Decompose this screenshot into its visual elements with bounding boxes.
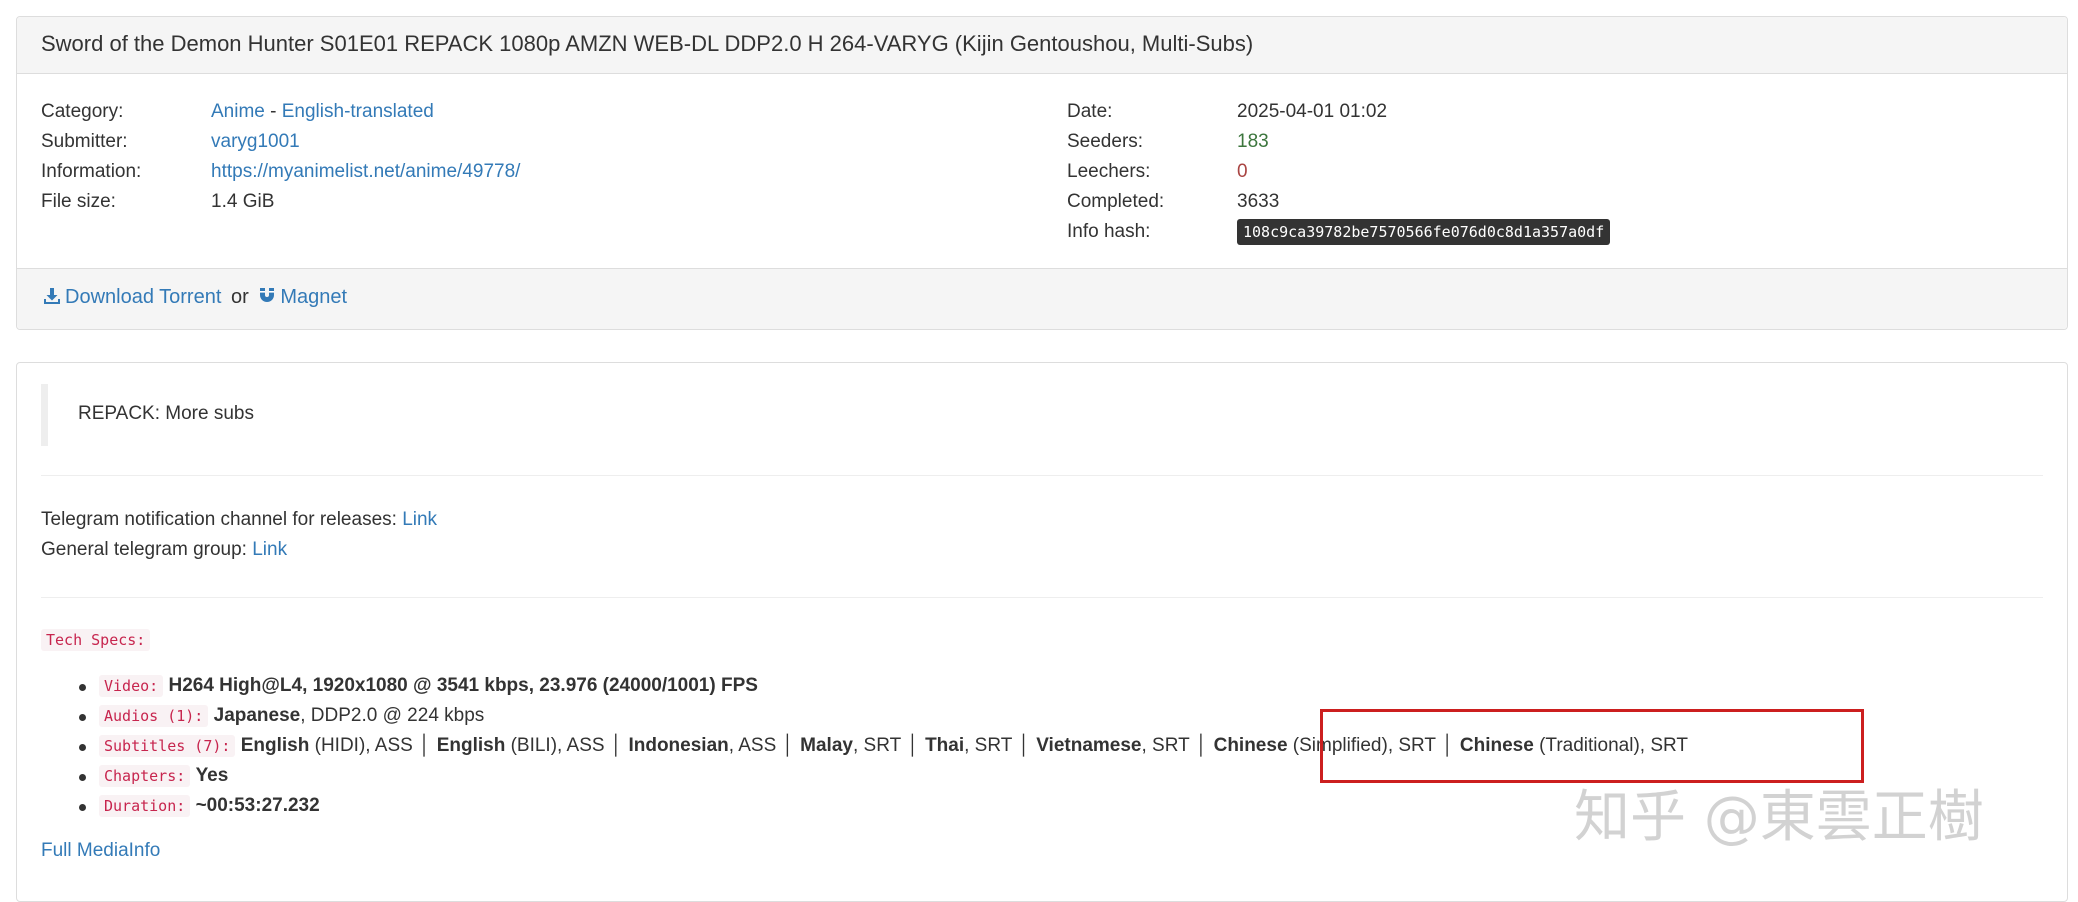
submitter-link[interactable]: varyg1001: [211, 131, 300, 152]
subtitle-lang: Thai: [925, 735, 965, 756]
telegram-channel-line: Telegram notification channel for releas…: [41, 509, 437, 531]
magnet-icon: [260, 288, 275, 302]
filesize-label: File size:: [41, 191, 116, 212]
subtitle-lang: Malay: [800, 735, 853, 756]
duration-spec: Duration: ~00:53:27.232: [79, 791, 1688, 821]
audio-language: Japanese: [213, 705, 301, 726]
infohash-value[interactable]: 108c9ca39782be7570566fe076d0c8d1a357a0df: [1237, 219, 1611, 245]
torrent-title: Sword of the Demon Hunter S01E01 REPACK …: [41, 31, 1254, 56]
chapters-value: Yes: [195, 765, 229, 786]
subtitle-separator: │: [418, 735, 431, 756]
magnet-link[interactable]: Magnet: [258, 286, 347, 308]
telegram-group-text: General telegram group:: [41, 539, 247, 560]
or-text: or: [230, 286, 249, 308]
subtitle-details: , SRT: [852, 735, 902, 756]
video-spec: Video: H264 High@L4, 1920x1080 @ 3541 kb…: [79, 671, 1688, 701]
category-row: Category:: [41, 101, 123, 123]
completed-label: Completed:: [1067, 191, 1165, 212]
divider: [41, 475, 2043, 476]
category-separator: -: [264, 101, 282, 122]
tech-specs-label: Tech Specs:: [41, 629, 151, 651]
subtitle-details: , ASS: [728, 735, 777, 756]
information-row: Information:: [41, 161, 141, 183]
filesize-row: File size:: [41, 191, 116, 213]
download-torrent-link[interactable]: Download Torrent: [43, 286, 221, 308]
subtitle-lang: Indonesian: [628, 735, 729, 756]
subtitle-separator: │: [907, 735, 920, 756]
subtitle-lang: Vietnamese: [1036, 735, 1142, 756]
leechers-value: 0: [1237, 161, 1248, 182]
category-main-link[interactable]: Anime: [211, 101, 265, 122]
subtitle-details: (BILI), ASS: [505, 735, 605, 756]
submitter-row: Submitter:: [41, 131, 128, 153]
download-icon: [44, 288, 60, 304]
subtitle-details: (HIDI), ASS: [309, 735, 413, 756]
chapters-label: Chapters:: [99, 765, 191, 787]
subtitle-separator: │: [1018, 735, 1031, 756]
repack-note-blockquote: REPACK: More subs: [41, 384, 2008, 446]
date-value: 2025-04-01 01:02: [1237, 101, 1388, 122]
information-link[interactable]: https://myanimelist.net/anime/49778/: [211, 161, 520, 182]
tech-specs-heading: Tech Specs:: [41, 629, 151, 651]
filesize-value: 1.4 GiB: [211, 191, 275, 212]
category-sub-link[interactable]: English-translated: [282, 101, 434, 122]
seeders-label: Seeders:: [1067, 131, 1144, 152]
audio-details: , DDP2.0 @ 224 kbps: [300, 705, 485, 726]
subtitle-lang: Chinese: [1213, 735, 1288, 756]
panel-heading: Sword of the Demon Hunter S01E01 REPACK …: [17, 17, 2067, 74]
magnet-label: Magnet: [280, 286, 348, 308]
subtitle-details: , SRT: [1141, 735, 1190, 756]
telegram-channel-text: Telegram notification channel for releas…: [41, 509, 397, 530]
download-links: Download Torrent or Magnet: [43, 286, 347, 309]
telegram-group-line: General telegram group: Link: [41, 539, 287, 561]
subtitles-label: Subtitles (7):: [99, 735, 236, 757]
torrent-info-panel: Sword of the Demon Hunter S01E01 REPACK …: [16, 16, 2068, 330]
infohash-label: Info hash:: [1067, 221, 1151, 242]
subtitle-separator: │: [782, 735, 795, 756]
completed-value: 3633: [1237, 191, 1280, 212]
full-mediainfo-link[interactable]: Full MediaInfo: [41, 840, 160, 861]
telegram-group-link[interactable]: Link: [252, 539, 287, 560]
repack-note: REPACK: More subs: [78, 403, 254, 424]
watermark: 知乎 @東雲正樹: [1574, 785, 1984, 850]
subtitle-separator: │: [610, 735, 623, 756]
submitter-label: Submitter:: [41, 131, 128, 152]
video-value: H264 High@L4, 1920x1080 @ 3541 kbps, 23.…: [168, 675, 758, 696]
divider: [41, 597, 2043, 598]
duration-value: ~00:53:27.232: [195, 795, 320, 816]
leechers-label: Leechers:: [1067, 161, 1151, 182]
subtitle-lang: English: [436, 735, 506, 756]
download-torrent-label: Download Torrent: [65, 286, 222, 308]
category-label: Category:: [41, 101, 124, 122]
audios-label: Audios (1):: [99, 705, 209, 727]
video-label: Video:: [99, 675, 164, 697]
telegram-channel-link[interactable]: Link: [402, 509, 437, 530]
seeders-value: 183: [1237, 131, 1269, 152]
category-value: Anime - English-translated: [211, 101, 434, 123]
subtitle-separator: │: [1195, 735, 1208, 756]
information-label: Information:: [41, 161, 142, 182]
subtitle-details: , SRT: [964, 735, 1013, 756]
date-label: Date:: [1067, 101, 1113, 122]
subtitle-lang: English: [240, 735, 310, 756]
panel-footer: Download Torrent or Magnet: [17, 268, 2067, 329]
duration-label: Duration:: [99, 795, 191, 817]
